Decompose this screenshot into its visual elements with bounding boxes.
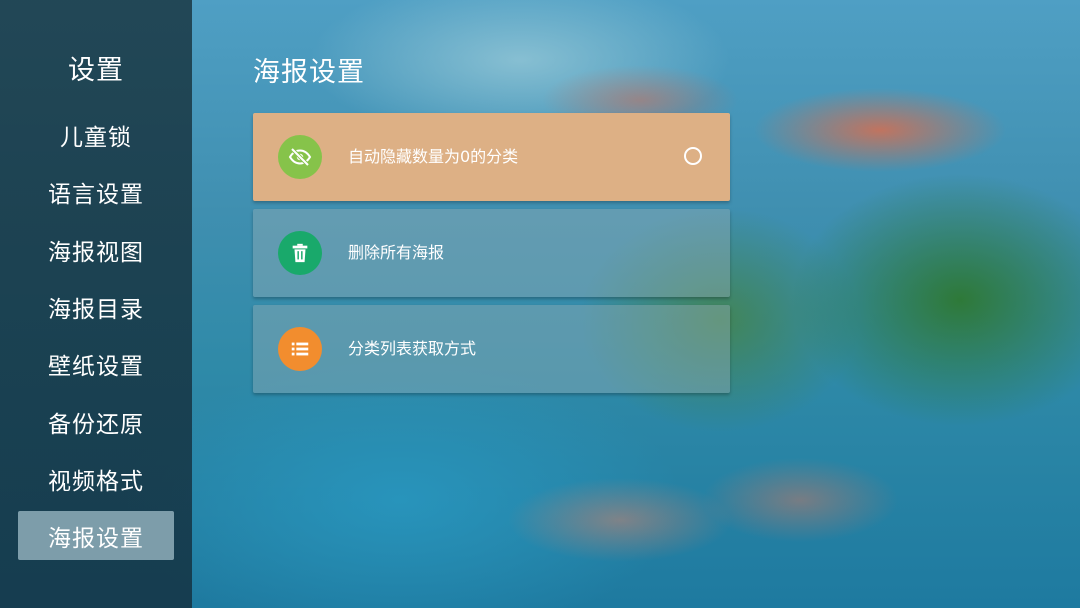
option-label: 自动隐藏数量为0的分类 bbox=[348, 147, 519, 166]
sidebar-item-language[interactable]: 语言设置 bbox=[18, 167, 174, 216]
radio-button[interactable] bbox=[684, 147, 702, 165]
option-delete-all-posters[interactable]: 删除所有海报 bbox=[253, 209, 730, 297]
list-icon bbox=[278, 327, 322, 371]
page-title: 海报设置 bbox=[253, 57, 365, 88]
sidebar-item-video-format[interactable]: 视频格式 bbox=[18, 454, 174, 503]
option-label: 分类列表获取方式 bbox=[348, 339, 477, 358]
option-label: 删除所有海报 bbox=[348, 243, 445, 262]
option-category-list-method[interactable]: 分类列表获取方式 bbox=[253, 305, 730, 393]
option-auto-hide-empty-categories[interactable]: 自动隐藏数量为0的分类 bbox=[253, 113, 730, 201]
trash-icon bbox=[278, 231, 322, 275]
sidebar-item-child-lock[interactable]: 儿童锁 bbox=[18, 110, 174, 159]
sidebar-item-backup-restore[interactable]: 备份还原 bbox=[18, 397, 174, 446]
eye-off-icon bbox=[278, 135, 322, 179]
sidebar-title: 设置 bbox=[68, 55, 124, 86]
sidebar-item-poster-view[interactable]: 海报视图 bbox=[18, 225, 174, 274]
sidebar-item-poster-settings[interactable]: 海报设置 bbox=[18, 511, 174, 560]
settings-sidebar: 设置 儿童锁 语言设置 海报视图 海报目录 壁纸设置 备份还原 视频格式 海报设… bbox=[0, 0, 192, 608]
sidebar-item-poster-directory[interactable]: 海报目录 bbox=[18, 282, 174, 331]
sidebar-item-wallpaper[interactable]: 壁纸设置 bbox=[18, 339, 174, 388]
